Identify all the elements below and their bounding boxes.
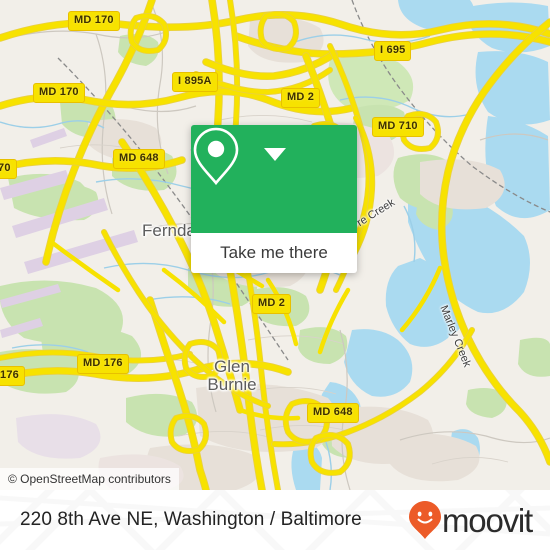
address-label: 220 8th Ave NE, Washington / Baltimore (20, 509, 362, 530)
road-shield-i895a: I 895A (172, 72, 218, 92)
moovit-smiley-pin-icon (409, 501, 441, 539)
road-shield-md170-left: MD 170 (33, 83, 85, 103)
moovit-logo: moovit (408, 500, 533, 540)
callout-tail (264, 148, 286, 161)
road-shield-md170-edge: 70 (0, 159, 17, 179)
callout-pin-area (191, 125, 357, 233)
road-shield-md710: MD 710 (372, 117, 424, 137)
road-shield-md2-mid: MD 2 (252, 294, 292, 314)
map-canvas[interactable]: .w{fill:#aadaf0} .park{fill:#cfe8b7} .wo… (0, 0, 550, 490)
road-shield-md2-top: MD 2 (281, 88, 321, 108)
road-shield-md176: MD 176 (77, 354, 129, 374)
road-shield-md170-top: MD 170 (68, 11, 120, 31)
road-shield-md648-bottom: MD 648 (307, 403, 359, 423)
take-me-there-label: Take me there (220, 243, 328, 262)
road-shield-i695: I 695 (374, 41, 412, 61)
place-label-glen-burnie: Glen Burnie (207, 357, 257, 394)
osm-attribution-text: © OpenStreetMap contributors (8, 472, 171, 486)
osm-attribution[interactable]: © OpenStreetMap contributors (0, 468, 179, 490)
road-shield-md176-edge: 176 (0, 366, 25, 386)
map-screenshot: .w{fill:#aadaf0} .park{fill:#cfe8b7} .wo… (0, 0, 550, 550)
road-shield-md648-top: MD 648 (113, 149, 165, 169)
moovit-wordmark: moovit (442, 501, 533, 539)
map-pin-icon (193, 127, 239, 186)
take-me-there-button[interactable]: Take me there (191, 233, 357, 273)
footer-bar: 220 8th Ave NE, Washington / Baltimore m… (0, 490, 550, 550)
